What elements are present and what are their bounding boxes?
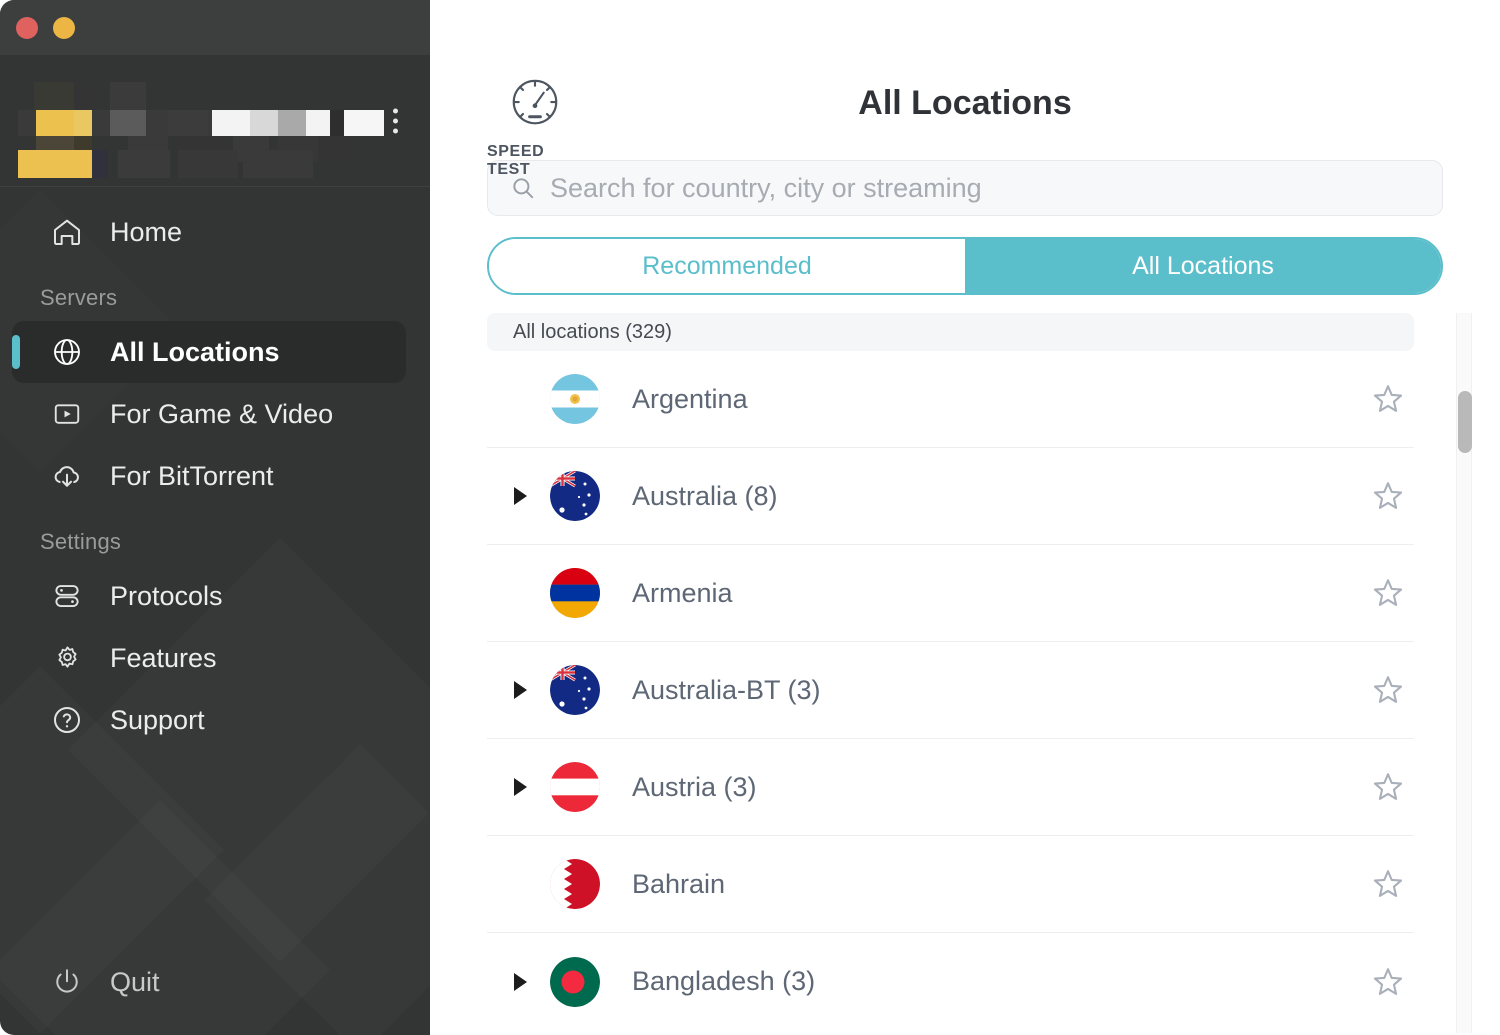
list-item[interactable]: Australia (8) — [487, 448, 1414, 545]
sidebar-item-label: Features — [110, 642, 217, 673]
question-circle-icon — [50, 703, 84, 737]
account-area — [0, 55, 430, 187]
quit-button[interactable]: Quit — [0, 965, 160, 999]
list-scrollbar[interactable] — [1456, 313, 1472, 1033]
locations-rows: Argentina Australia (8) Armenia Australi… — [487, 351, 1414, 1030]
kebab-menu-icon[interactable] — [387, 102, 404, 139]
sidebar-nav: Home Servers All Locations For Game & Vi… — [0, 187, 430, 751]
star-outline-icon[interactable] — [1368, 670, 1408, 710]
star-outline-icon[interactable] — [1368, 864, 1408, 904]
power-icon — [50, 965, 84, 999]
bahrain-flag — [550, 859, 600, 909]
cloud-download-icon — [50, 459, 84, 493]
speed-test-label: SPEED TEST — [487, 143, 545, 178]
list-item-label: Bahrain — [632, 868, 726, 899]
close-window-button[interactable] — [16, 16, 38, 39]
window-titlebar — [0, 0, 430, 55]
list-item[interactable]: Bangladesh (3) — [487, 933, 1414, 1030]
search-box[interactable] — [487, 160, 1443, 216]
triangle-right-icon[interactable] — [514, 487, 527, 505]
list-item-label: Argentina — [632, 383, 748, 414]
bangladesh-flag — [550, 956, 600, 1007]
triangle-right-icon[interactable] — [514, 681, 527, 699]
list-group-header: All locations (329) — [487, 313, 1414, 351]
main-panel: SPEED TEST All Locations Recommended Al — [430, 0, 1500, 1035]
list-item[interactable]: Bahrain — [487, 836, 1414, 933]
active-indicator-bar — [12, 335, 20, 369]
armenia-flag — [550, 568, 600, 618]
argentina-flag — [550, 374, 600, 424]
star-outline-icon[interactable] — [1368, 379, 1408, 419]
list-item[interactable]: Austria (3) — [487, 739, 1414, 836]
list-item-label: Austria (3) — [632, 771, 757, 802]
sidebar-item-protocols[interactable]: Protocols — [12, 565, 406, 627]
list-item[interactable]: Armenia — [487, 545, 1414, 642]
search-wrap — [430, 160, 1500, 216]
scrollbar-thumb[interactable] — [1458, 391, 1472, 453]
server-toggle-icon — [50, 579, 84, 613]
triangle-right-icon[interactable] — [514, 972, 527, 991]
sidebar-item-support[interactable]: Support — [12, 689, 406, 751]
list-item[interactable]: Argentina — [487, 351, 1414, 448]
list-item-label: Bangladesh (3) — [632, 966, 816, 996]
star-outline-icon[interactable] — [1368, 767, 1408, 807]
list-item-label: Armenia — [632, 577, 733, 608]
minimize-window-button[interactable] — [53, 16, 75, 39]
vpn-app-window: Home Servers All Locations For Game & Vi… — [0, 0, 1500, 1035]
sidebar-section-settings: Settings — [40, 529, 122, 554]
tab-recommended[interactable]: Recommended — [489, 239, 965, 293]
sidebar-item-for-game-video[interactable]: For Game & Video — [12, 383, 406, 445]
home-icon — [50, 215, 84, 249]
sidebar-item-all-locations[interactable]: All Locations — [12, 321, 406, 383]
tab-label: All Locations — [1132, 251, 1274, 280]
sidebar-section-servers: Servers — [40, 285, 118, 310]
australia-flag — [550, 665, 600, 715]
search-input[interactable] — [550, 172, 1420, 204]
star-outline-icon[interactable] — [1368, 573, 1408, 613]
account-info-redacted — [18, 81, 384, 178]
location-tabs: Recommended All Locations — [487, 237, 1443, 295]
sidebar-item-label: For Game & Video — [110, 398, 334, 429]
video-play-icon — [50, 397, 84, 431]
tab-label: Recommended — [642, 251, 812, 280]
list-item-label: Australia-BT (3) — [632, 674, 821, 705]
austria-flag — [550, 762, 600, 812]
main-header: SPEED TEST All Locations — [430, 0, 1500, 178]
list-item[interactable]: Australia-BT (3) — [487, 642, 1414, 739]
sidebar: Home Servers All Locations For Game & Vi… — [0, 0, 430, 1035]
gear-icon — [50, 641, 84, 675]
sidebar-item-for-bittorrent[interactable]: For BitTorrent — [12, 445, 406, 507]
locations-list-area: All locations (329) Argentina Australia … — [430, 313, 1500, 1033]
quit-label: Quit — [110, 966, 160, 997]
australia-flag — [550, 471, 600, 521]
list-item-label: Australia (8) — [632, 480, 778, 511]
sidebar-item-label: For BitTorrent — [110, 460, 274, 491]
sidebar-item-home[interactable]: Home — [12, 201, 406, 263]
sidebar-item-features[interactable]: Features — [12, 627, 406, 689]
triangle-right-icon[interactable] — [514, 778, 527, 796]
sidebar-item-label: Home — [110, 216, 183, 247]
page-title: All Locations — [858, 84, 1072, 122]
tab-all-locations[interactable]: All Locations — [965, 239, 1441, 293]
star-outline-icon[interactable] — [1368, 476, 1408, 516]
sidebar-item-label: Protocols — [110, 580, 223, 611]
star-outline-icon[interactable] — [1368, 962, 1408, 1002]
sidebar-item-label: All Locations — [110, 336, 280, 367]
globe-icon — [50, 335, 84, 369]
sidebar-item-label: Support — [110, 704, 205, 735]
